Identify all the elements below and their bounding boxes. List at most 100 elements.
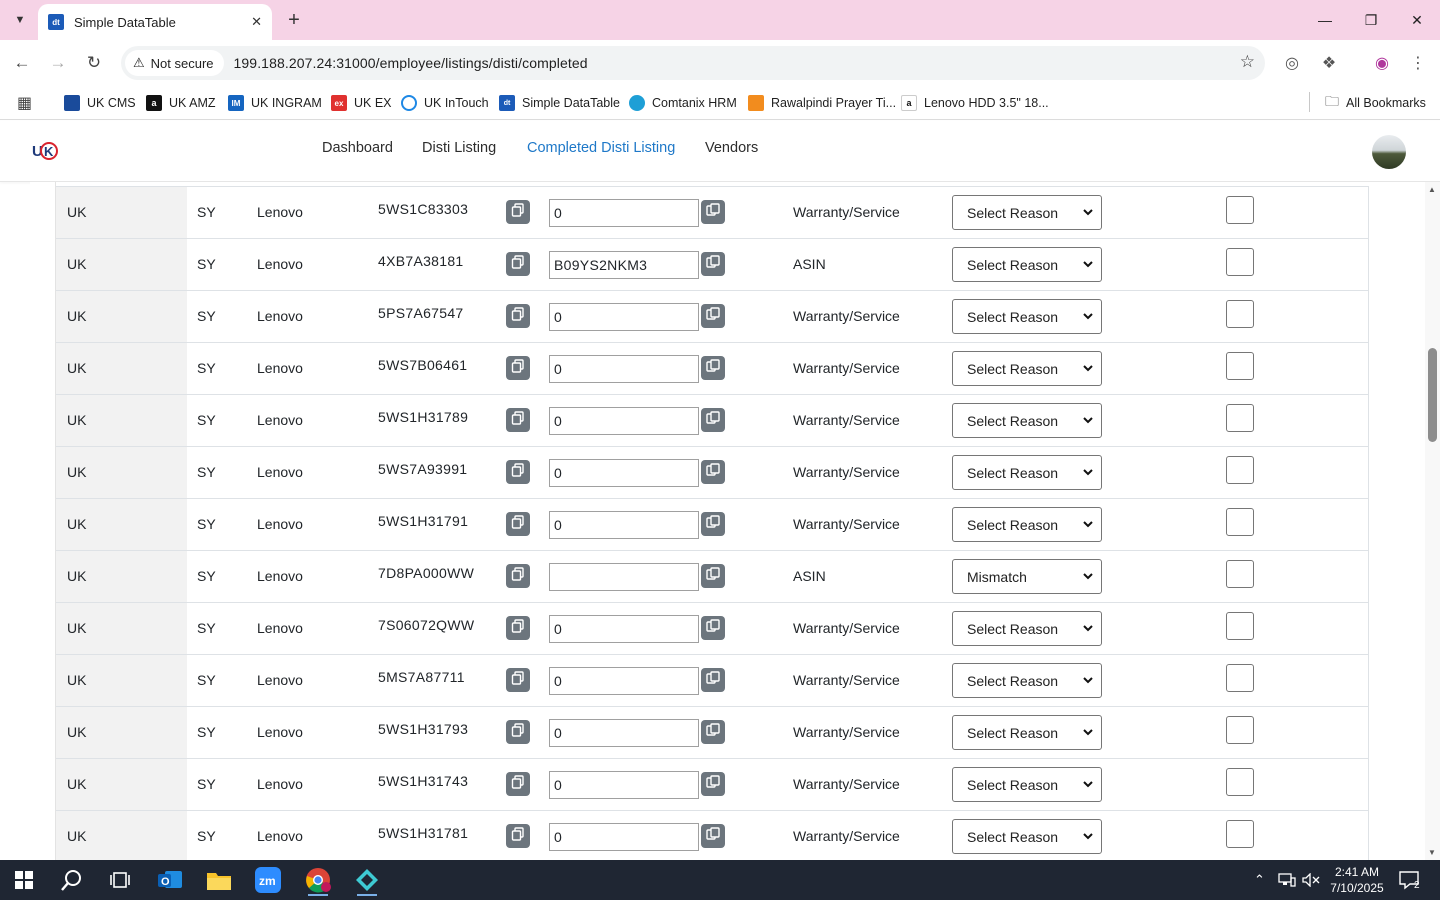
reason-select[interactable]: Select Reason bbox=[952, 351, 1102, 386]
copy-asin-button[interactable] bbox=[701, 512, 725, 536]
row-checkbox[interactable] bbox=[1226, 196, 1254, 224]
copy-asin-button[interactable] bbox=[701, 356, 725, 380]
row-checkbox[interactable] bbox=[1226, 768, 1254, 796]
bookmark-uk-cms[interactable]: UK CMS bbox=[64, 92, 136, 114]
taskbar-clock[interactable]: 2:41 AM 7/10/2025 bbox=[1322, 864, 1392, 896]
copy-part-button[interactable] bbox=[506, 512, 530, 536]
bookmark-uk-intouch[interactable]: UK InTouch bbox=[401, 92, 489, 114]
reason-select[interactable]: Select Reason bbox=[952, 507, 1102, 542]
tab-close-icon[interactable]: ✕ bbox=[251, 14, 262, 30]
minimize-window-icon[interactable]: — bbox=[1302, 0, 1348, 40]
bookmark-comtanix-hrm[interactable]: Comtanix HRM bbox=[629, 92, 737, 114]
row-checkbox[interactable] bbox=[1226, 612, 1254, 640]
copy-asin-button[interactable] bbox=[701, 720, 725, 744]
chrome-icon[interactable] bbox=[298, 864, 338, 896]
reason-select[interactable]: Select Reason bbox=[952, 195, 1102, 230]
close-window-icon[interactable]: ✕ bbox=[1394, 0, 1440, 40]
network-icon[interactable] bbox=[1278, 860, 1296, 900]
reason-select[interactable]: Select Reason bbox=[952, 403, 1102, 438]
reason-select[interactable]: Select Reason bbox=[952, 767, 1102, 802]
reload-icon[interactable]: ↻ bbox=[81, 50, 107, 76]
copy-part-button[interactable] bbox=[506, 668, 530, 692]
bookmark-rawalpindi-prayer[interactable]: Rawalpindi Prayer Ti... bbox=[748, 92, 896, 114]
copy-asin-button[interactable] bbox=[701, 824, 725, 848]
asin-input[interactable]: 0 bbox=[549, 199, 699, 227]
scroll-down-arrow-icon[interactable]: ▼ bbox=[1428, 848, 1436, 857]
copy-part-button[interactable] bbox=[506, 304, 530, 328]
copy-part-button[interactable] bbox=[506, 408, 530, 432]
forward-arrow-icon[interactable]: → bbox=[45, 50, 71, 76]
windows-start-icon[interactable] bbox=[4, 864, 44, 896]
asin-input[interactable]: 0 bbox=[549, 407, 699, 435]
asin-input[interactable]: 0 bbox=[549, 771, 699, 799]
show-hidden-icons-chevron-icon[interactable]: ⌃ bbox=[1254, 860, 1265, 900]
nav-disti-listing[interactable]: Disti Listing bbox=[422, 140, 496, 156]
app-diamond-icon[interactable] bbox=[347, 864, 387, 896]
copy-part-button[interactable] bbox=[506, 356, 530, 380]
copy-asin-button[interactable] bbox=[701, 564, 725, 588]
copy-part-button[interactable] bbox=[506, 460, 530, 484]
nav-vendors[interactable]: Vendors bbox=[705, 140, 758, 156]
apps-grid-icon[interactable]: ▦ bbox=[17, 92, 32, 114]
row-checkbox[interactable] bbox=[1226, 352, 1254, 380]
outlook-icon[interactable]: O bbox=[150, 864, 190, 896]
all-bookmarks-folder[interactable]: 🗀 All Bookmarks bbox=[1325, 92, 1426, 114]
nav-completed-disti-listing[interactable]: Completed Disti Listing bbox=[527, 140, 675, 156]
row-checkbox[interactable] bbox=[1226, 248, 1254, 276]
row-checkbox[interactable] bbox=[1226, 664, 1254, 692]
asin-input[interactable]: 0 bbox=[549, 667, 699, 695]
asin-input[interactable]: 0 bbox=[549, 459, 699, 487]
tab-search-chevron-icon[interactable]: ▼ bbox=[8, 8, 32, 32]
browser-tab-active[interactable]: dt Simple DataTable ✕ bbox=[38, 4, 272, 40]
reason-select[interactable]: Select Reason bbox=[952, 819, 1102, 854]
site-security-chip[interactable]: ⚠ Not secure bbox=[125, 50, 224, 76]
asin-input[interactable] bbox=[549, 563, 699, 591]
row-checkbox[interactable] bbox=[1226, 508, 1254, 536]
page-scrollbar[interactable]: ▲ ▼ bbox=[1425, 182, 1440, 860]
nav-dashboard[interactable]: Dashboard bbox=[322, 140, 393, 156]
profile-icon[interactable]: ◉ bbox=[1369, 50, 1395, 76]
copy-asin-button[interactable] bbox=[701, 772, 725, 796]
new-tab-plus-icon[interactable]: + bbox=[282, 8, 306, 32]
scrollbar-thumb[interactable] bbox=[1428, 348, 1437, 442]
bookmark-lenovo-hdd[interactable]: a Lenovo HDD 3.5" 18... bbox=[901, 92, 1049, 114]
copy-part-button[interactable] bbox=[506, 200, 530, 224]
file-explorer-icon[interactable] bbox=[199, 864, 239, 896]
bookmark-simple-datatable[interactable]: dt Simple DataTable bbox=[499, 92, 620, 114]
reason-select[interactable]: Select Reason bbox=[952, 455, 1102, 490]
copy-asin-button[interactable] bbox=[701, 460, 725, 484]
bookmark-uk-amz[interactable]: a UK AMZ bbox=[146, 92, 216, 114]
asin-input[interactable]: 0 bbox=[549, 719, 699, 747]
asin-input[interactable]: 0 bbox=[549, 615, 699, 643]
asin-input[interactable]: 0 bbox=[549, 823, 699, 851]
browser-menu-kebab-icon[interactable]: ⋮ bbox=[1405, 50, 1431, 76]
copy-part-button[interactable] bbox=[506, 720, 530, 744]
copy-part-button[interactable] bbox=[506, 564, 530, 588]
copy-asin-button[interactable] bbox=[701, 200, 725, 224]
row-checkbox[interactable] bbox=[1226, 820, 1254, 848]
reason-select[interactable]: Select Reason bbox=[952, 247, 1102, 282]
row-checkbox[interactable] bbox=[1226, 300, 1254, 328]
url-text[interactable]: 199.188.207.24:31000/employee/listings/d… bbox=[234, 55, 588, 71]
copy-asin-button[interactable] bbox=[701, 304, 725, 328]
notifications-icon[interactable]: 2 bbox=[1398, 860, 1420, 900]
scroll-up-arrow-icon[interactable]: ▲ bbox=[1428, 185, 1436, 194]
asin-input[interactable]: 0 bbox=[549, 355, 699, 383]
restore-window-icon[interactable]: ❐ bbox=[1348, 0, 1394, 40]
back-arrow-icon[interactable]: ← bbox=[9, 50, 35, 76]
copy-part-button[interactable] bbox=[506, 616, 530, 640]
bookmark-uk-ingram[interactable]: IM UK INGRAM bbox=[228, 92, 322, 114]
reason-select[interactable]: Select Reason bbox=[952, 299, 1102, 334]
user-avatar[interactable] bbox=[1372, 135, 1406, 169]
reason-select[interactable]: Select Reason bbox=[952, 715, 1102, 750]
bookmark-star-icon[interactable]: ☆ bbox=[1240, 52, 1255, 72]
extensions-puzzle-icon[interactable]: ❖ bbox=[1316, 50, 1342, 76]
bookmark-uk-ex[interactable]: ex UK EX bbox=[331, 92, 392, 114]
volume-muted-icon[interactable] bbox=[1302, 860, 1320, 900]
row-checkbox[interactable] bbox=[1226, 404, 1254, 432]
search-icon[interactable] bbox=[52, 864, 92, 896]
reason-select[interactable]: Mismatch bbox=[952, 559, 1102, 594]
address-bar[interactable]: ⚠ Not secure 199.188.207.24:31000/employ… bbox=[121, 46, 1265, 80]
copy-asin-button[interactable] bbox=[701, 616, 725, 640]
reason-select[interactable]: Select Reason bbox=[952, 611, 1102, 646]
